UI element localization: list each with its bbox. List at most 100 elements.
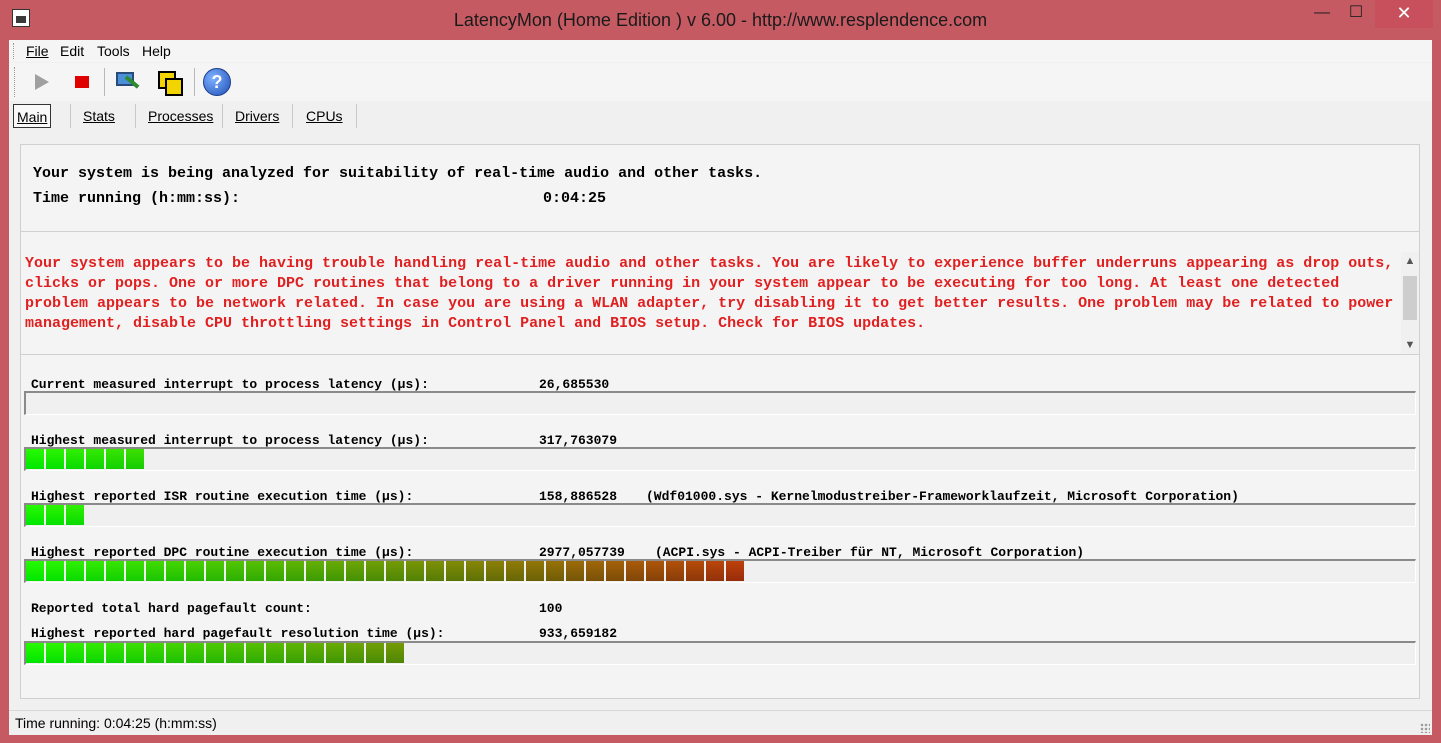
scroll-up-arrow-icon[interactable]: ▲ xyxy=(1401,252,1419,270)
isr-value: 158,886528 xyxy=(539,489,618,504)
bar-segment xyxy=(106,449,124,469)
analyze-button[interactable] xyxy=(111,66,143,98)
menu-edit[interactable]: Edit xyxy=(60,43,84,59)
status-bar: Time running: 0:04:25 (h:mm:ss) xyxy=(9,710,1432,735)
latencymon-window: LatencyMon (Home Edition ) v 6.00 - http… xyxy=(0,0,1441,743)
bar-segment xyxy=(226,643,244,663)
bar-segment xyxy=(266,561,284,581)
isr-driver: (Wdf01000.sys - Kernelmodustreiber-Frame… xyxy=(646,489,1239,504)
bar-segment xyxy=(166,561,184,581)
bar-segment xyxy=(566,561,584,581)
title-bar[interactable]: LatencyMon (Home Edition ) v 6.00 - http… xyxy=(0,0,1441,40)
bar-segment xyxy=(66,505,84,525)
tab-separator xyxy=(356,104,357,128)
bar-segment xyxy=(46,561,64,581)
analyzing-text: Your system is being analyzed for suitab… xyxy=(33,165,763,182)
bar-segment xyxy=(26,561,44,581)
maximize-button[interactable]: ☐ xyxy=(1339,0,1373,28)
bar-segment xyxy=(506,561,524,581)
bar-segment xyxy=(106,643,124,663)
time-running-value: 0:04:25 xyxy=(543,190,607,207)
bar-segment xyxy=(106,561,124,581)
warning-text: Your system appears to be having trouble… xyxy=(25,255,1394,332)
stop-icon xyxy=(75,76,89,88)
close-button[interactable]: ✕ xyxy=(1375,0,1433,28)
tab-bar: Main Stats Processes Drivers CPUs xyxy=(9,102,1432,130)
bar-segment xyxy=(86,561,104,581)
bar-segment xyxy=(626,561,644,581)
resize-grip-icon[interactable] xyxy=(1420,723,1430,733)
tab-main[interactable]: Main xyxy=(13,104,52,128)
bar-segment xyxy=(26,643,44,663)
bar-segment xyxy=(46,505,64,525)
status-text: Time running: 0:04:25 (h:mm:ss) xyxy=(15,715,217,731)
pagefault-time-bar xyxy=(24,641,1416,665)
bar-segment xyxy=(146,643,164,663)
toolbar-separator xyxy=(104,68,105,96)
stop-button[interactable] xyxy=(66,66,98,98)
bar-segment xyxy=(66,643,84,663)
bar-segment xyxy=(526,561,544,581)
bar-segment xyxy=(346,643,364,663)
bar-segment xyxy=(86,643,104,663)
minimize-button[interactable]: — xyxy=(1305,0,1339,28)
bar-segment xyxy=(706,561,724,581)
tab-stats[interactable]: Stats xyxy=(83,104,115,128)
dpc-driver: (ACPI.sys - ACPI-Treiber für NT, Microso… xyxy=(655,545,1085,560)
tab-cpus[interactable]: CPUs xyxy=(306,104,343,128)
bar-segment xyxy=(66,561,84,581)
highest-latency-label: Highest measured interrupt to process la… xyxy=(31,433,429,448)
scroll-thumb[interactable] xyxy=(1403,276,1417,320)
tab-processes[interactable]: Processes xyxy=(148,104,213,128)
bar-segment xyxy=(366,643,384,663)
current-latency-label: Current measured interrupt to process la… xyxy=(31,377,429,392)
tab-separator xyxy=(222,104,223,128)
warning-box: Your system appears to be having trouble… xyxy=(21,232,1419,355)
bar-segment xyxy=(546,561,564,581)
bar-segment xyxy=(326,561,344,581)
isr-label: Highest reported ISR routine execution t… xyxy=(31,489,414,504)
highest-latency-value: 317,763079 xyxy=(539,433,618,448)
bar-segment xyxy=(86,449,104,469)
dpc-bar xyxy=(24,559,1416,583)
menu-file[interactable]: File xyxy=(26,43,49,59)
tab-separator xyxy=(292,104,293,128)
scroll-down-arrow-icon[interactable]: ▼ xyxy=(1401,336,1419,354)
menu-tools[interactable]: Tools xyxy=(97,43,130,59)
help-icon: ? xyxy=(203,68,231,96)
dpc-value: 2977,057739 xyxy=(539,545,625,560)
pagefault-count-value: 100 xyxy=(539,601,563,616)
bar-segment xyxy=(426,561,444,581)
isr-bar xyxy=(24,503,1416,527)
bar-segment xyxy=(286,643,304,663)
bar-segment xyxy=(206,643,224,663)
dpc-label: Highest reported DPC routine execution t… xyxy=(31,545,414,560)
highest-latency-bar xyxy=(24,447,1416,471)
warning-scrollbar[interactable]: ▲ ▼ xyxy=(1401,252,1419,354)
time-running-label: Time running (h:mm:ss): xyxy=(33,190,241,207)
monitor-wand-icon xyxy=(116,72,140,92)
bar-segment xyxy=(466,561,484,581)
metrics-area: Current measured interrupt to process la… xyxy=(21,355,1419,698)
menu-grip xyxy=(13,43,17,59)
pagefault-count-label: Reported total hard pagefault count: xyxy=(31,601,312,616)
menu-help[interactable]: Help xyxy=(142,43,171,59)
bar-segment xyxy=(46,643,64,663)
bar-segment xyxy=(246,561,264,581)
bar-segment xyxy=(186,643,204,663)
toolbar-grip xyxy=(14,67,18,97)
bar-segment xyxy=(646,561,664,581)
bar-segment xyxy=(366,561,384,581)
play-icon xyxy=(35,74,49,90)
client-area: File Edit Tools Help ? Main Stats Proces… xyxy=(9,40,1432,735)
bar-segment xyxy=(446,561,464,581)
start-button[interactable] xyxy=(26,66,58,98)
help-button[interactable]: ? xyxy=(201,66,233,98)
tab-drivers[interactable]: Drivers xyxy=(235,104,279,128)
toolbar-separator xyxy=(194,68,195,96)
windows-button[interactable] xyxy=(153,66,185,98)
pagefault-time-label: Highest reported hard pagefault resoluti… xyxy=(31,626,445,641)
pagefault-time-value: 933,659182 xyxy=(539,626,618,641)
bar-segment xyxy=(206,561,224,581)
bar-segment xyxy=(606,561,624,581)
